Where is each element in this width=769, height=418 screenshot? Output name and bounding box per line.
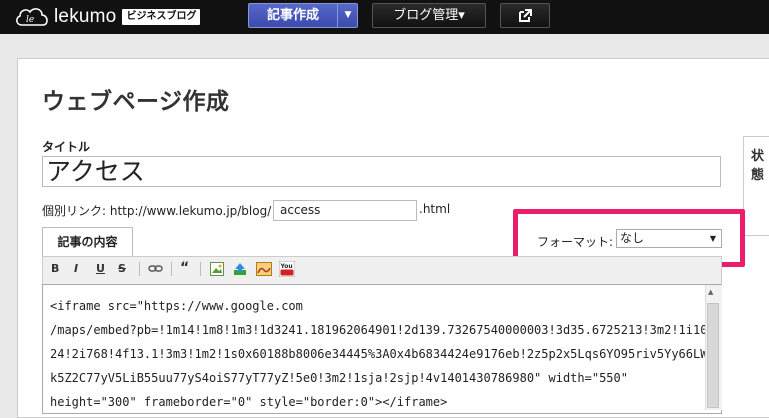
title-label: タイトル — [42, 140, 91, 154]
permalink-label: 個別リンク: http://www.lekumo.jp/blog/ — [42, 204, 272, 218]
editor-line: <iframe src="https://www.google.com — [50, 299, 303, 313]
link-icon[interactable] — [148, 263, 163, 275]
youtube-label: You — [280, 263, 293, 270]
toolbar-divider — [139, 262, 140, 276]
chevron-down-icon[interactable]: ▼ — [337, 4, 358, 27]
svg-text:le: le — [26, 15, 34, 25]
quote-button[interactable]: “ — [180, 260, 189, 276]
insert-media-icon[interactable] — [256, 262, 272, 276]
toolbar-divider — [200, 262, 201, 276]
create-article-label[interactable]: 記事作成 — [249, 4, 337, 27]
logo-text: lekumo — [54, 6, 117, 27]
status-panel-title: 状態 — [751, 149, 765, 183]
permalink-suffix: .html — [419, 202, 451, 216]
logo[interactable]: le lekumo ビジネスブログ — [14, 6, 201, 28]
blog-management-button[interactable]: ブログ管理▾ — [372, 3, 486, 28]
italic-button[interactable]: I — [74, 262, 78, 275]
editor-line: /maps/embed?pb=!1m14!1m8!1m3!1d3241.1819… — [50, 323, 708, 337]
bold-button[interactable]: B — [51, 262, 59, 275]
page-title: ウェブページ作成 — [42, 89, 230, 115]
create-article-button[interactable]: 記事作成 ▼ — [248, 3, 358, 28]
insert-image-icon[interactable] — [210, 262, 224, 276]
editor-line: k5Z2C77yV5LiB55uu77yS4oiS77yT77yZ!5e0!3m… — [50, 371, 628, 385]
cloud-logo-icon: le — [16, 8, 48, 26]
strikethrough-button[interactable]: S — [118, 262, 126, 275]
upload-file-icon[interactable] — [233, 262, 247, 276]
external-link-icon — [519, 9, 532, 22]
editor-line: 24!2i768!4f13.1!3m3!1m2!1s0x60188b8006e3… — [50, 347, 708, 361]
toolbar-divider — [171, 262, 172, 276]
title-input[interactable]: アクセス — [42, 156, 721, 187]
open-blog-button[interactable] — [500, 3, 550, 28]
logo-badge: ビジネスブログ — [122, 9, 201, 25]
underline-button[interactable]: U — [96, 262, 105, 275]
scroll-up-arrow-icon[interactable]: ▲ — [708, 288, 713, 296]
editor-line: height="300" frameborder="0" style="bord… — [50, 395, 448, 409]
editor-content[interactable]: <iframe src="https://www.google.com /map… — [50, 294, 707, 414]
tab-article-content[interactable]: 記事の内容 — [42, 227, 133, 256]
youtube-icon[interactable]: You — [279, 261, 295, 277]
editor-toolbar — [42, 256, 722, 284]
scrollbar-thumb[interactable] — [707, 303, 719, 408]
permalink-input[interactable]: access — [273, 200, 417, 221]
